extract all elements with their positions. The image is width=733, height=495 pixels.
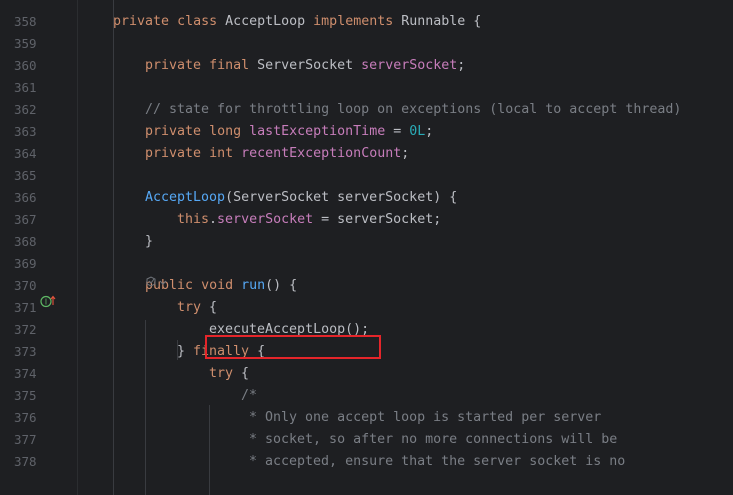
code-token: run [241, 278, 266, 293]
code-token: try [177, 300, 202, 315]
line-number: 370 [14, 278, 37, 293]
code-token: * socket, so after no more connections w… [241, 432, 618, 447]
code-token: // state for throttling loop on exceptio… [145, 102, 682, 117]
code-line[interactable]: * accepted, ensure that the server socke… [241, 451, 625, 473]
indent-guide [145, 320, 146, 495]
line-number: 367 [14, 212, 37, 227]
code-token: int [209, 146, 234, 161]
code-token: try [209, 366, 234, 381]
code-token: this [177, 212, 210, 227]
code-line[interactable]: /* [241, 385, 257, 407]
line-number: 360 [14, 58, 37, 73]
code-token: AcceptLoop [217, 14, 314, 29]
code-token: AcceptLoop [145, 190, 226, 205]
code-token: * Only one accept loop is started per se… [241, 410, 602, 425]
code-token: class [177, 14, 218, 29]
code-line[interactable]: try { [209, 363, 249, 385]
code-token: private [113, 14, 170, 29]
code-token: } [177, 344, 194, 359]
code-line[interactable]: * socket, so after no more connections w… [241, 429, 617, 451]
code-token: Runnable { [393, 14, 482, 29]
code-token: (ServerSocket serverSocket) { [225, 190, 458, 205]
line-number: 378 [14, 454, 37, 469]
code-token: recentExceptionCount [241, 146, 402, 161]
code-token: ; [401, 146, 410, 161]
code-line[interactable]: try { [177, 297, 217, 319]
line-number-gutter[interactable]: 358 359 360 361 362 363 364 365 366 367 368 369 370 3… [0, 0, 78, 495]
code-token: lastExceptionTime [249, 124, 386, 139]
indent-guide [177, 340, 178, 360]
code-token: private [145, 146, 202, 161]
code-token: = serverSocket; [313, 212, 442, 227]
code-token: { [233, 366, 250, 381]
code-token: ; [457, 58, 466, 73]
code-line[interactable]: private class AcceptLoop implements Runn… [113, 11, 481, 33]
override-method-icon[interactable]: I [40, 295, 56, 308]
line-number: 375 [14, 388, 37, 403]
code-token: } [145, 234, 154, 249]
indent-guide [113, 0, 114, 495]
code-token: . [209, 212, 218, 227]
ai-assist-icon[interactable] [145, 275, 171, 289]
code-line[interactable]: private final ServerSocket serverSocket; [145, 55, 465, 77]
code-token: ServerSocket [249, 58, 362, 73]
code-token: { [201, 300, 218, 315]
indent-guide [209, 405, 210, 495]
line-number: 366 [14, 190, 37, 205]
code-token: * accepted, ensure that the server socke… [241, 454, 626, 469]
line-number: 363 [14, 124, 37, 139]
code-editor[interactable]: 358 359 360 361 362 363 364 365 366 367 368 369 370 3… [0, 0, 733, 495]
svg-text:I: I [45, 297, 47, 306]
line-number: 369 [14, 256, 37, 271]
code-token: 0L [409, 124, 426, 139]
highlight-annotation-box [205, 335, 381, 359]
code-token: void [201, 278, 234, 293]
code-line[interactable]: private int recentExceptionCount; [145, 143, 409, 165]
line-number: 361 [14, 80, 37, 95]
code-token: private [145, 58, 202, 73]
code-token: () { [265, 278, 298, 293]
code-line[interactable]: private long lastExceptionTime = 0L; [145, 121, 433, 143]
code-token: final [209, 58, 250, 73]
code-token: private [145, 124, 202, 139]
code-line[interactable]: // state for throttling loop on exceptio… [145, 99, 681, 121]
line-number: 372 [14, 322, 37, 337]
line-number: 374 [14, 366, 37, 381]
code-token: = [385, 124, 410, 139]
code-token: implements [313, 14, 394, 29]
code-line[interactable]: * Only one accept loop is started per se… [241, 407, 601, 429]
code-token: serverSocket [217, 212, 314, 227]
line-number: 362 [14, 102, 37, 117]
code-token: /* [241, 388, 258, 403]
code-line[interactable]: } [145, 231, 153, 253]
line-number: 368 [14, 234, 37, 249]
code-line[interactable]: this.serverSocket = serverSocket; [177, 209, 441, 231]
line-number: 377 [14, 432, 37, 447]
line-number: 376 [14, 410, 37, 425]
line-number: 373 [14, 344, 37, 359]
line-number: 359 [14, 36, 37, 51]
code-area[interactable]: private class AcceptLoop implements Runn… [79, 0, 733, 495]
code-token: long [209, 124, 242, 139]
code-token: serverSocket [361, 58, 458, 73]
line-number: 365 [14, 168, 37, 183]
line-number: 358 [14, 14, 37, 29]
code-token: ; [425, 124, 434, 139]
line-number: 364 [14, 146, 37, 161]
code-line[interactable]: AcceptLoop(ServerSocket serverSocket) { [145, 187, 457, 209]
